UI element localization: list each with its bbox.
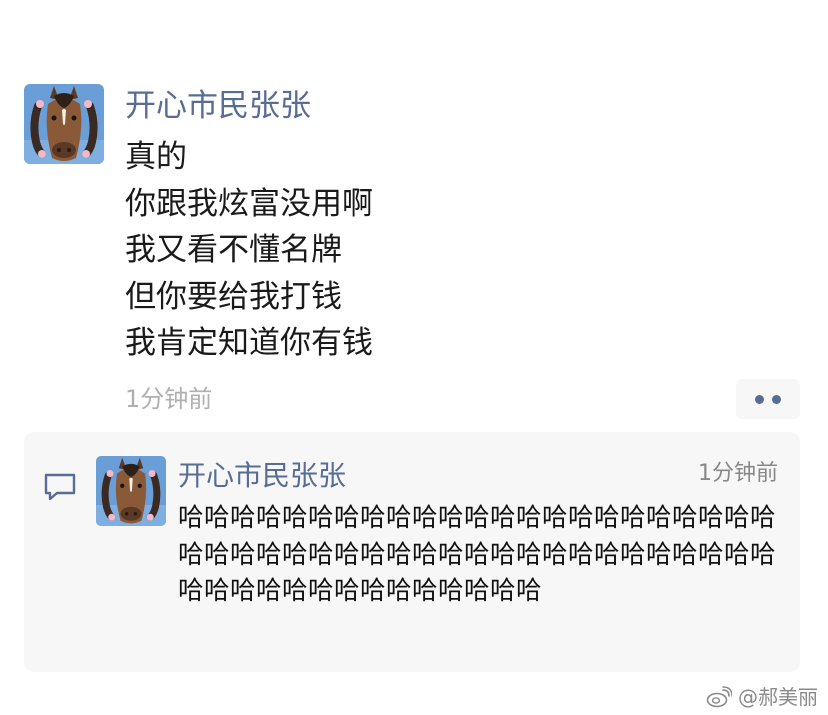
watermark: @郝美丽 xyxy=(706,683,818,711)
watermark-text: @郝美丽 xyxy=(738,685,818,709)
comment-author-avatar[interactable] xyxy=(96,456,166,526)
comment-text[interactable]: 哈哈哈哈哈哈哈哈哈哈哈哈哈哈哈哈哈哈哈哈哈哈哈哈哈哈哈哈哈哈哈哈哈哈哈哈哈哈哈哈… xyxy=(178,500,788,610)
post-line: 我肯定知道你有钱 xyxy=(125,325,373,361)
more-dots-icon xyxy=(772,394,781,404)
more-dots-icon xyxy=(755,394,764,404)
comment-author-name[interactable]: 开心市民张张 xyxy=(178,456,346,496)
horse-avatar-icon xyxy=(24,84,104,164)
post-line: 真的 xyxy=(125,139,187,175)
post-timestamp: 1分钟前 xyxy=(125,385,213,413)
post-author-avatar[interactable] xyxy=(24,84,104,164)
weibo-icon xyxy=(706,686,732,708)
horse-avatar-icon xyxy=(96,456,166,526)
post-line: 你跟我炫富没用啊 xyxy=(125,185,373,222)
comment-panel: 开心市民张张 1分钟前 哈哈哈哈哈哈哈哈哈哈哈哈哈哈哈哈哈哈哈哈哈哈哈哈哈哈哈哈… xyxy=(24,432,800,672)
post-text: 真的 你跟我炫富没用啊 我又看不懂名牌 但你要给我打钱 我肯定知道你有钱 xyxy=(125,134,373,367)
moments-page: 开心市民张张 真的 你跟我炫富没用啊 我又看不懂名牌 但你要给我打钱 我肯定知道… xyxy=(0,0,828,715)
post-line: 我又看不懂名牌 xyxy=(125,232,342,268)
comment-bubble-icon xyxy=(44,473,76,501)
comment-timestamp: 1分钟前 xyxy=(698,461,778,486)
more-actions-button[interactable] xyxy=(736,379,800,419)
post-author-name[interactable]: 开心市民张张 xyxy=(125,84,311,128)
post-line: 但你要给我打钱 xyxy=(125,278,342,315)
